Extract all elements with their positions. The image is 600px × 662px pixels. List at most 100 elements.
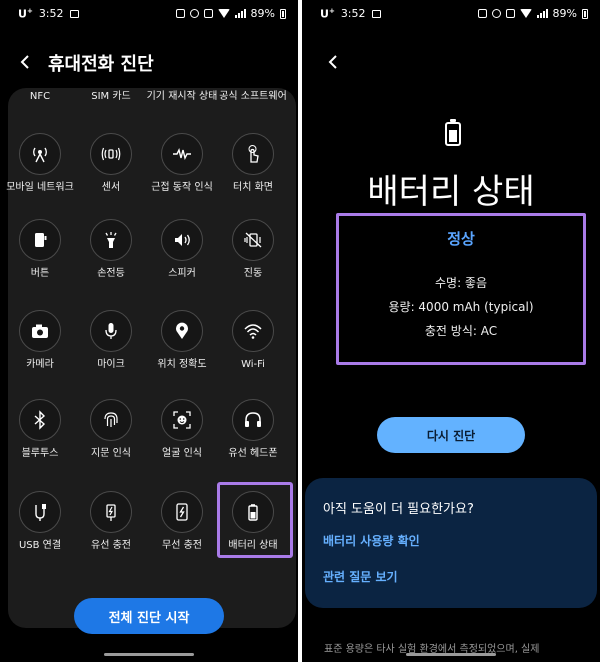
retest-button[interactable]: 다시 진단 xyxy=(377,417,525,453)
wired-charging-icon xyxy=(106,504,116,521)
tile-label: 위치 정확도 xyxy=(157,359,207,370)
tile-label: 스피커 xyxy=(168,268,196,279)
alarm-icon xyxy=(189,9,199,18)
tile-label: 모바일 네트워크 xyxy=(6,182,74,193)
alarm-icon xyxy=(491,9,501,18)
location-icon xyxy=(176,322,188,339)
gallery-notification-icon xyxy=(371,9,381,18)
battery-capacity-text: 용량: 4000 mAh (typical) xyxy=(388,300,534,314)
home-indicator xyxy=(104,653,194,656)
proximity-icon xyxy=(173,147,191,161)
tile-flashlight[interactable]: 손전등 xyxy=(75,219,147,280)
tile-label: 지문 인식 xyxy=(91,448,131,459)
start-full-diagnosis-button[interactable]: 전체 진단 시작 xyxy=(74,598,224,634)
carrier-label: U+ xyxy=(320,7,335,21)
tile-location[interactable]: 위치 정확도 xyxy=(146,310,218,371)
help-panel: 아직 도움이 더 필요한가요? 배터리 사용량 확인 관련 질문 보기 xyxy=(305,478,597,608)
signal-icon xyxy=(234,9,246,18)
battery-life-text: 수명: 좋음 xyxy=(434,276,488,290)
carrier-label: U+ xyxy=(18,7,33,21)
page-title: 배터리 상태 xyxy=(367,172,535,212)
face-icon xyxy=(173,411,191,429)
tile-label: 블루투스 xyxy=(21,448,59,459)
headphones-icon xyxy=(245,412,261,427)
speaker-icon xyxy=(175,234,190,246)
vibration-icon xyxy=(244,232,262,248)
battery-tile-highlight xyxy=(217,482,293,558)
tile-official-software[interactable]: 공식 소프트웨어 xyxy=(217,90,289,103)
tile-headphones[interactable]: 유선 헤드폰 xyxy=(217,399,289,460)
usb-icon xyxy=(35,504,46,521)
tile-wireless-charging[interactable]: 무선 충전 xyxy=(146,491,218,552)
tile-speaker[interactable]: 스피커 xyxy=(146,219,218,280)
tile-proximity[interactable]: 근접 동작 인식 xyxy=(146,133,218,194)
tile-touch-screen[interactable]: 터치 화면 xyxy=(217,133,289,194)
tile-label: 센서 xyxy=(101,182,121,193)
fingerprint-icon xyxy=(104,412,118,427)
charging-method-text: 충전 방식: AC xyxy=(424,324,498,338)
tile-label: 유선 헤드폰 xyxy=(228,448,278,459)
clock: 3:52 xyxy=(38,7,64,21)
battery-usage-link[interactable]: 배터리 사용량 확인 xyxy=(323,532,420,549)
tile-nfc[interactable]: NFC xyxy=(4,90,76,103)
button-icon xyxy=(35,233,47,247)
tile-face[interactable]: 얼굴 인식 xyxy=(146,399,218,460)
tile-label: 무선 충전 xyxy=(162,540,202,551)
tile-label: 카메라 xyxy=(26,359,54,370)
battery-icon xyxy=(582,8,588,19)
tile-restart-status[interactable]: 기기 재시작 상태 xyxy=(146,90,218,103)
tile-label: 근접 동작 인식 xyxy=(151,182,213,193)
back-button[interactable] xyxy=(10,47,40,77)
mobile-network-icon xyxy=(33,147,47,163)
sim-icon xyxy=(175,9,185,18)
signal-icon xyxy=(536,9,548,18)
tile-wired-charging[interactable]: 유선 충전 xyxy=(75,491,147,552)
tile-label: 마이크 xyxy=(97,359,125,370)
battery-percent: 89% xyxy=(552,7,577,20)
tile-label: 진동 xyxy=(243,268,263,279)
clock: 3:52 xyxy=(340,7,366,21)
camera-icon xyxy=(32,324,48,338)
tile-sensor[interactable]: 센서 xyxy=(75,133,147,194)
page-title: 휴대전화 진단 xyxy=(48,54,154,75)
phone-diagnostics-screen: U+ 3:52 89% 휴대전화 진단 NFC SIM 카드 기기 재시작 상태… xyxy=(0,0,298,662)
phone-battery-screen: U+ 3:52 89% 배터리 상태 정상 수명: 좋음 용량: 4000 mA… xyxy=(302,0,600,662)
bluetooth-icon xyxy=(34,410,46,430)
chevron-left-icon xyxy=(328,55,337,69)
tile-usb[interactable]: USB 연결 xyxy=(4,491,76,552)
tile-button[interactable]: 버튼 xyxy=(4,219,76,280)
wifi-icon xyxy=(244,324,262,339)
tile-mobile-network[interactable]: 모바일 네트워크 xyxy=(4,133,76,194)
microphone-icon xyxy=(105,323,117,339)
tile-label: Wi-Fi xyxy=(241,359,265,370)
battery-large-icon xyxy=(445,119,461,146)
battery-icon xyxy=(280,8,286,19)
tile-label: 유선 충전 xyxy=(91,540,131,551)
mute-icon xyxy=(203,9,213,18)
status-bar: U+ 3:52 89% xyxy=(0,0,298,28)
battery-percent: 89% xyxy=(250,7,275,20)
mute-icon xyxy=(505,9,515,18)
tile-label: 터치 화면 xyxy=(233,182,273,193)
status-bar: U+ 3:52 89% xyxy=(302,0,600,28)
tile-camera[interactable]: 카메라 xyxy=(4,310,76,371)
tile-sim-card[interactable]: SIM 카드 xyxy=(75,90,147,103)
related-questions-link[interactable]: 관련 질문 보기 xyxy=(323,568,398,585)
sensor-icon xyxy=(101,147,121,161)
sim-icon xyxy=(477,9,487,18)
tile-microphone[interactable]: 마이크 xyxy=(75,310,147,371)
tile-label: 버튼 xyxy=(30,268,50,279)
wifi-status-icon xyxy=(217,9,230,18)
tile-label: 얼굴 인식 xyxy=(162,448,202,459)
tile-bluetooth[interactable]: 블루투스 xyxy=(4,399,76,460)
wifi-status-icon xyxy=(519,9,532,18)
back-button[interactable] xyxy=(318,47,348,77)
wireless-charging-icon xyxy=(176,503,188,521)
tile-wifi[interactable]: Wi-Fi xyxy=(217,310,289,371)
home-indicator xyxy=(406,653,496,656)
help-question: 아직 도움이 더 필요한가요? xyxy=(323,502,474,517)
tile-fingerprint[interactable]: 지문 인식 xyxy=(75,399,147,460)
tile-vibration[interactable]: 진동 xyxy=(217,219,289,280)
tile-label: 손전등 xyxy=(97,268,125,279)
gallery-notification-icon xyxy=(69,9,79,18)
